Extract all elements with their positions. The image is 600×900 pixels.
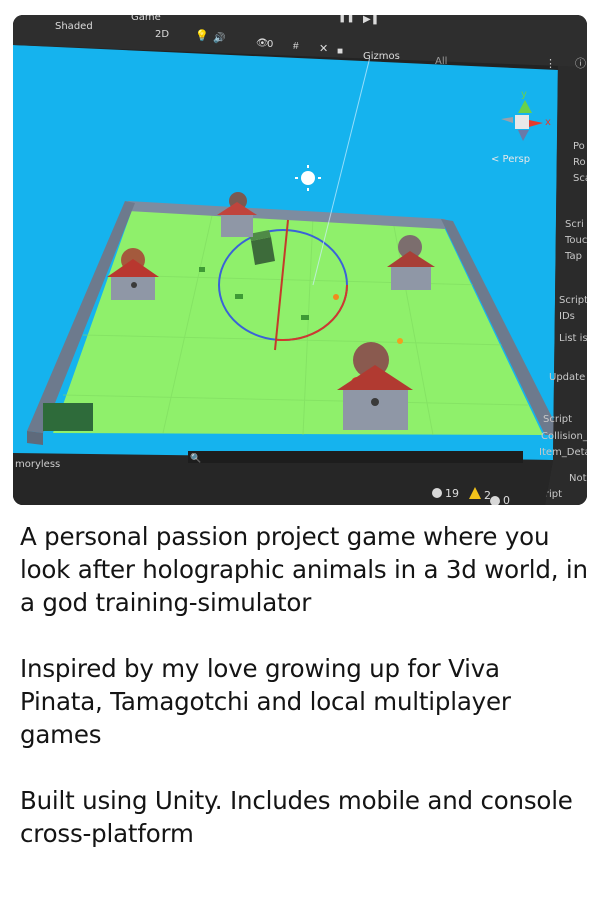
inspector-row: Script — [559, 295, 587, 306]
inspector-row: Not — [569, 473, 587, 484]
inspector-row: List is — [559, 333, 587, 344]
project-panel-label: moryless — [15, 459, 60, 470]
info-icon[interactable]: ⓘ — [575, 57, 586, 70]
inspector-row: Script — [543, 414, 572, 425]
audio-icon[interactable]: 🔊 — [213, 31, 225, 44]
shading-mode-dropdown[interactable]: Shaded — [55, 21, 93, 32]
inspector-row: Scri — [565, 219, 584, 230]
game-tab[interactable]: Game — [131, 15, 161, 23]
scene-search-input[interactable]: All — [435, 56, 447, 67]
project-search-input[interactable] — [188, 451, 523, 463]
perspective-label[interactable]: < Persp — [491, 154, 530, 165]
inspector-row: Ro — [573, 157, 586, 168]
camera-icon[interactable]: ■ — [337, 46, 343, 57]
info-messages-icon — [432, 488, 442, 498]
inspector-row: Touc — [564, 235, 587, 246]
errors-count: 0 — [503, 494, 510, 505]
inspector-row: Update — [549, 372, 585, 383]
unity-editor-photo: Po Ro Sca Scri Touc Tap Script IDs List … — [13, 15, 587, 505]
visibility-icon[interactable]: 👁 — [256, 38, 269, 49]
pause-icon[interactable]: ❚❚ — [338, 15, 355, 23]
lock-icon[interactable]: ⋮ — [545, 58, 556, 70]
warnings-count: 2 — [484, 489, 491, 502]
food-item[interactable] — [397, 338, 403, 344]
inspector-row: Po — [573, 141, 585, 152]
platform-paragraph: Built using Unity. Includes mobile and c… — [20, 786, 573, 848]
gizmos-dropdown[interactable]: Gizmos — [363, 51, 400, 62]
grid-icon[interactable]: # — [293, 41, 299, 52]
svg-text:x: x — [545, 117, 551, 128]
step-icon[interactable]: ▶❚ — [363, 15, 379, 25]
food-item[interactable] — [333, 294, 339, 300]
inspiration-paragraph: Inspired by my love growing up for Viva … — [20, 654, 511, 749]
description-paragraph: A personal passion project game where yo… — [20, 522, 588, 617]
messages-count: 19 — [445, 487, 459, 500]
grass-patch — [43, 403, 93, 431]
inspector-row: Item_Deta — [539, 447, 587, 458]
inspector-row: IDs — [559, 311, 575, 322]
search-icon: 🔍 — [190, 452, 201, 463]
lighting-icon[interactable]: 💡 — [195, 29, 209, 42]
inspector-row: Collision_ — [541, 431, 587, 442]
inspector-row: Sca — [573, 173, 587, 184]
svg-text:y: y — [521, 89, 527, 100]
inspector-row: Tap — [564, 251, 582, 262]
project-description: A personal passion project game where yo… — [20, 520, 590, 850]
tools-icon[interactable]: ✕ — [319, 43, 328, 55]
2d-toggle[interactable]: 2D — [155, 29, 169, 40]
